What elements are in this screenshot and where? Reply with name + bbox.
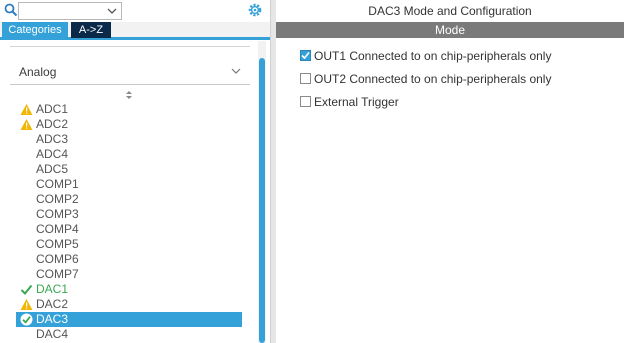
list-item[interactable]: DAC4 bbox=[16, 327, 242, 342]
list-item-label: ADC5 bbox=[36, 162, 69, 176]
list-item[interactable]: ADC4 bbox=[16, 147, 242, 162]
list-item[interactable]: DAC3 bbox=[16, 312, 242, 327]
list-item-label: COMP3 bbox=[36, 207, 79, 221]
peripheral-panel: Categories A->Z Analog ADC1 ADC2 ADC3 ADC4 A… bbox=[0, 0, 270, 343]
checkbox-label: OUT1 Connected to on chip-peripherals on… bbox=[314, 49, 552, 63]
list-item-label: DAC2 bbox=[36, 297, 69, 311]
warning-icon bbox=[20, 104, 33, 115]
sort-icon[interactable] bbox=[124, 90, 134, 100]
checkbox-label: OUT2 Connected to on chip-peripherals on… bbox=[314, 72, 552, 86]
list-item-label: DAC1 bbox=[36, 282, 69, 296]
list-item-label: DAC4 bbox=[36, 327, 69, 341]
gear-icon[interactable] bbox=[247, 2, 263, 18]
list-item[interactable]: COMP1 bbox=[16, 177, 242, 192]
list-item[interactable]: COMP5 bbox=[16, 237, 242, 252]
checkbox[interactable] bbox=[300, 50, 311, 61]
list-item[interactable]: COMP2 bbox=[16, 192, 242, 207]
checkbox[interactable] bbox=[300, 73, 311, 84]
list-item[interactable]: ADC3 bbox=[16, 132, 242, 147]
list-item[interactable]: DAC1 bbox=[16, 282, 242, 297]
list-item[interactable]: COMP6 bbox=[16, 252, 242, 267]
view-tabs: Categories A->Z bbox=[0, 22, 270, 40]
warning-icon bbox=[20, 299, 33, 310]
list-item[interactable]: ADC1 bbox=[16, 102, 242, 117]
checkbox[interactable] bbox=[300, 96, 311, 107]
item-list: ADC1 ADC2 ADC3 ADC4 ADC5 COMP1 COMP2 COMP3 COMP4… bbox=[16, 102, 242, 342]
list-item-label: ADC1 bbox=[36, 102, 69, 116]
list-item-label: ADC2 bbox=[36, 117, 69, 131]
list-item-label: COMP2 bbox=[36, 192, 79, 206]
list-item-label: COMP7 bbox=[36, 267, 79, 281]
check-icon bbox=[20, 284, 33, 295]
divider bbox=[10, 46, 250, 47]
list-item[interactable]: COMP4 bbox=[16, 222, 242, 237]
mode-section-header[interactable]: Mode bbox=[276, 22, 624, 38]
list-item-label: DAC3 bbox=[36, 312, 69, 326]
list-item-label: COMP4 bbox=[36, 222, 79, 236]
tab-a-z[interactable]: A->Z bbox=[71, 22, 111, 38]
peripheral-list: Analog ADC1 ADC2 ADC3 ADC4 ADC5 COMP1 COMP2 COM… bbox=[0, 41, 258, 343]
checkbox-label: External Trigger bbox=[314, 95, 399, 109]
page-title: DAC3 Mode and Configuration bbox=[368, 4, 532, 18]
list-item-label: COMP1 bbox=[36, 177, 79, 191]
list-item-label: COMP6 bbox=[36, 252, 79, 266]
scrollbar-thumb[interactable] bbox=[259, 58, 265, 343]
list-item[interactable]: ADC5 bbox=[16, 162, 242, 177]
group-header-analog[interactable]: Analog bbox=[10, 57, 250, 85]
group-label: Analog bbox=[19, 65, 57, 79]
warning-icon bbox=[20, 119, 33, 130]
check-circle-icon bbox=[20, 313, 33, 326]
list-item[interactable]: DAC2 bbox=[16, 297, 242, 312]
search-bar bbox=[0, 0, 270, 22]
list-item[interactable]: COMP7 bbox=[16, 267, 242, 282]
list-item[interactable]: COMP3 bbox=[16, 207, 242, 222]
list-item[interactable]: ADC2 bbox=[16, 117, 242, 132]
search-input[interactable] bbox=[18, 2, 122, 20]
search-icon[interactable] bbox=[4, 3, 18, 17]
list-item-label: COMP5 bbox=[36, 237, 79, 251]
configuration-panel: DAC3 Mode and Configuration Mode OUT1 Co… bbox=[276, 0, 624, 343]
list-item-label: ADC3 bbox=[36, 132, 69, 146]
tab-categories[interactable]: Categories bbox=[2, 22, 68, 38]
chevron-down-icon[interactable] bbox=[230, 65, 242, 77]
list-item-label: ADC4 bbox=[36, 147, 69, 161]
chevron-down-icon[interactable] bbox=[106, 5, 118, 17]
